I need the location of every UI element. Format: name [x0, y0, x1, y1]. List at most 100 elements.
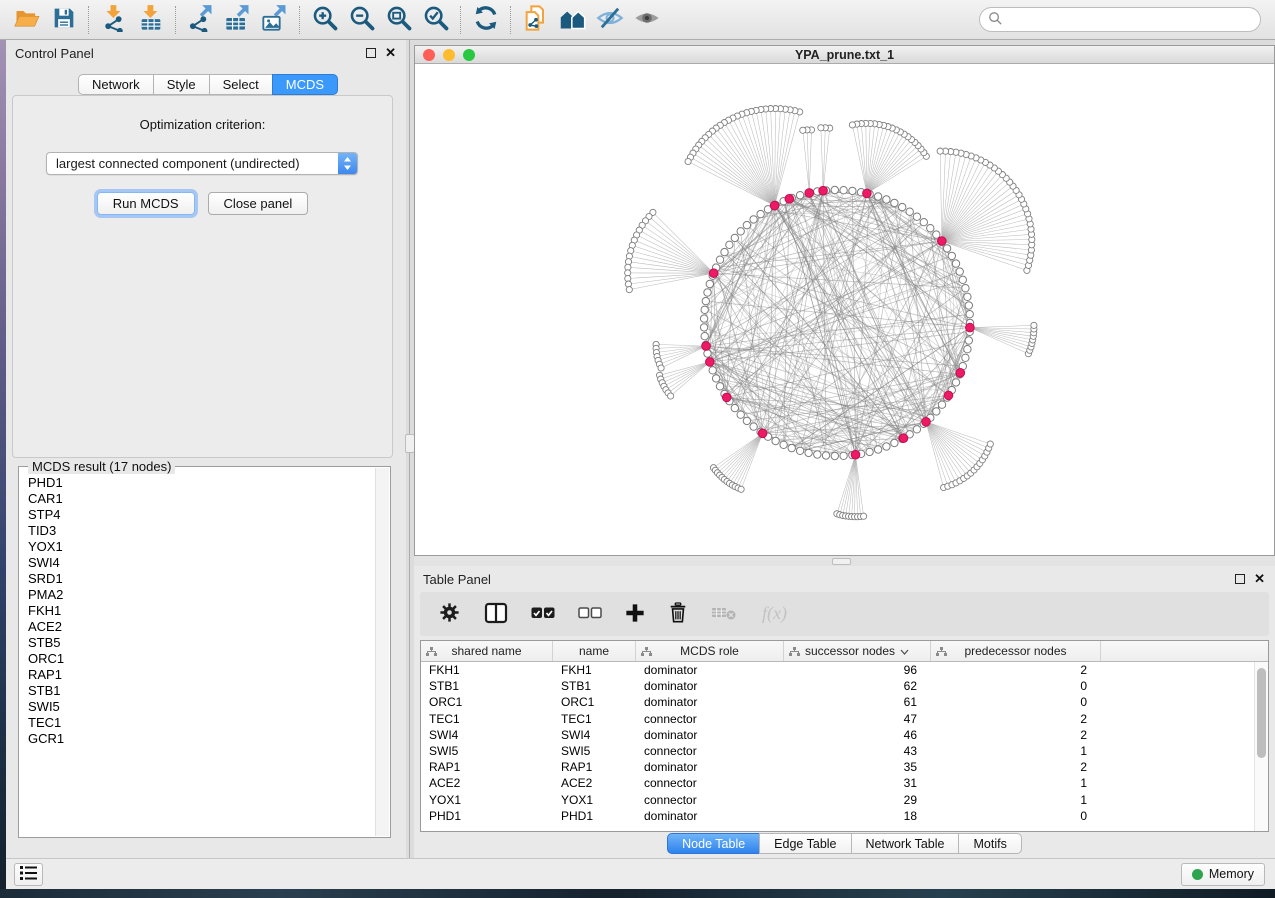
table-row[interactable]: STB1STB1dominator620: [421, 678, 1268, 694]
mcds-result-scrollbar[interactable]: [375, 468, 389, 836]
network-node[interactable]: [952, 379, 959, 386]
node-table-scrollbar-thumb[interactable]: [1257, 668, 1266, 758]
table-row[interactable]: ORC1ORC1dominator610: [421, 694, 1268, 710]
network-node[interactable]: [788, 444, 795, 451]
network-hub-node[interactable]: [863, 189, 872, 198]
show-all-button[interactable]: [628, 3, 665, 37]
network-node[interactable]: [750, 216, 757, 223]
select-all-button[interactable]: [531, 596, 555, 632]
network-node[interactable]: [716, 383, 723, 390]
network-node[interactable]: [731, 404, 738, 411]
network-node[interactable]: [891, 199, 898, 206]
open-file-button[interactable]: [8, 3, 45, 37]
network-node[interactable]: [952, 260, 959, 267]
network-leaf-node[interactable]: [987, 441, 993, 447]
network-node[interactable]: [965, 337, 972, 344]
network-node[interactable]: [750, 423, 757, 430]
network-node[interactable]: [849, 187, 856, 194]
tab-network[interactable]: Network: [78, 74, 154, 95]
add-column-button[interactable]: [625, 596, 645, 632]
network-node[interactable]: [737, 228, 744, 235]
network-node[interactable]: [891, 439, 898, 446]
mcds-result-item[interactable]: SWI5: [28, 699, 390, 715]
network-leaf-node[interactable]: [861, 513, 867, 519]
node-table-scrollbar[interactable]: [1254, 662, 1268, 831]
close-panel-icon[interactable]: ✕: [385, 48, 396, 58]
network-node[interactable]: [716, 256, 723, 263]
network-hub-node[interactable]: [722, 393, 731, 402]
network-leaf-node[interactable]: [658, 365, 664, 371]
network-window-titlebar[interactable]: YPA_prune.txt_1: [415, 46, 1274, 64]
network-node[interactable]: [780, 441, 787, 448]
network-node[interactable]: [700, 315, 707, 322]
network-hub-node[interactable]: [944, 391, 953, 400]
mcds-result-item[interactable]: YOX1: [28, 539, 390, 555]
network-leaf-node[interactable]: [818, 125, 824, 131]
close-panel-button[interactable]: Close panel: [208, 192, 309, 215]
network-node[interactable]: [757, 210, 764, 217]
table-row[interactable]: FKH1FKH1dominator962: [421, 662, 1268, 678]
network-node[interactable]: [962, 285, 969, 292]
network-node[interactable]: [913, 213, 920, 220]
vertical-splitter[interactable]: [406, 40, 414, 858]
network-node[interactable]: [933, 408, 940, 415]
network-node[interactable]: [883, 196, 890, 203]
float-panel-icon[interactable]: [366, 48, 376, 58]
network-hub-node[interactable]: [922, 418, 931, 427]
tab-motifs[interactable]: Motifs: [958, 833, 1021, 854]
network-hub-node[interactable]: [770, 201, 779, 210]
mcds-result-item[interactable]: RAP1: [28, 667, 390, 683]
run-mcds-button[interactable]: Run MCDS: [97, 192, 195, 215]
maximize-window-traffic-light[interactable]: [463, 49, 475, 61]
first-neighbors-button[interactable]: [554, 3, 591, 37]
network-node[interactable]: [702, 297, 709, 304]
network-node[interactable]: [772, 437, 779, 444]
refresh-button[interactable]: [467, 3, 504, 37]
network-node[interactable]: [831, 186, 838, 193]
network-node[interactable]: [964, 346, 971, 353]
tab-network-table[interactable]: Network Table: [851, 833, 960, 854]
network-node[interactable]: [701, 333, 708, 340]
split-panel-button[interactable]: [484, 596, 508, 632]
network-hub-node[interactable]: [805, 189, 814, 198]
network-node[interactable]: [874, 193, 881, 200]
network-node[interactable]: [737, 411, 744, 418]
network-node[interactable]: [938, 401, 945, 408]
network-hub-node[interactable]: [819, 186, 828, 195]
mcds-result-item[interactable]: STB1: [28, 683, 390, 699]
network-node[interactable]: [731, 234, 738, 241]
network-node[interactable]: [709, 367, 716, 374]
network-leaf-node[interactable]: [738, 486, 744, 492]
network-node[interactable]: [913, 426, 920, 433]
zoom-in-button[interactable]: [306, 3, 343, 37]
mcds-result-item[interactable]: ORC1: [28, 651, 390, 667]
network-node[interactable]: [866, 448, 873, 455]
tab-mcds[interactable]: MCDS: [272, 74, 338, 95]
column-header-shared-name[interactable]: shared name: [421, 641, 553, 661]
horizontal-splitter-handle[interactable]: [832, 558, 851, 565]
table-row[interactable]: YOX1YOX1connector291: [421, 792, 1268, 808]
network-node[interactable]: [962, 354, 969, 361]
tab-select[interactable]: Select: [209, 74, 273, 95]
column-header-predecessor-nodes[interactable]: predecessor nodes: [931, 641, 1101, 661]
mcds-result-item[interactable]: CAR1: [28, 491, 390, 507]
network-hub-node[interactable]: [709, 269, 718, 278]
column-header-mcds-role[interactable]: MCDS role: [636, 641, 784, 661]
settings-gear-button[interactable]: [438, 596, 461, 632]
minimize-window-traffic-light[interactable]: [443, 49, 455, 61]
export-network-button[interactable]: [182, 3, 219, 37]
network-hub-node[interactable]: [851, 450, 860, 459]
column-header-successor-nodes[interactable]: successor nodes: [784, 641, 931, 661]
network-hub-node[interactable]: [966, 323, 975, 332]
network-leaf-node[interactable]: [937, 148, 943, 154]
mcds-result-item[interactable]: PMA2: [28, 587, 390, 603]
export-table-button[interactable]: [219, 3, 256, 37]
network-node[interactable]: [840, 452, 847, 459]
zoom-fit-button[interactable]: [380, 3, 417, 37]
network-node[interactable]: [965, 302, 972, 309]
network-node[interactable]: [883, 443, 890, 450]
mcds-result-item[interactable]: STP4: [28, 507, 390, 523]
network-node[interactable]: [704, 350, 711, 357]
network-hub-node[interactable]: [758, 429, 767, 438]
tab-edge-table[interactable]: Edge Table: [759, 833, 851, 854]
